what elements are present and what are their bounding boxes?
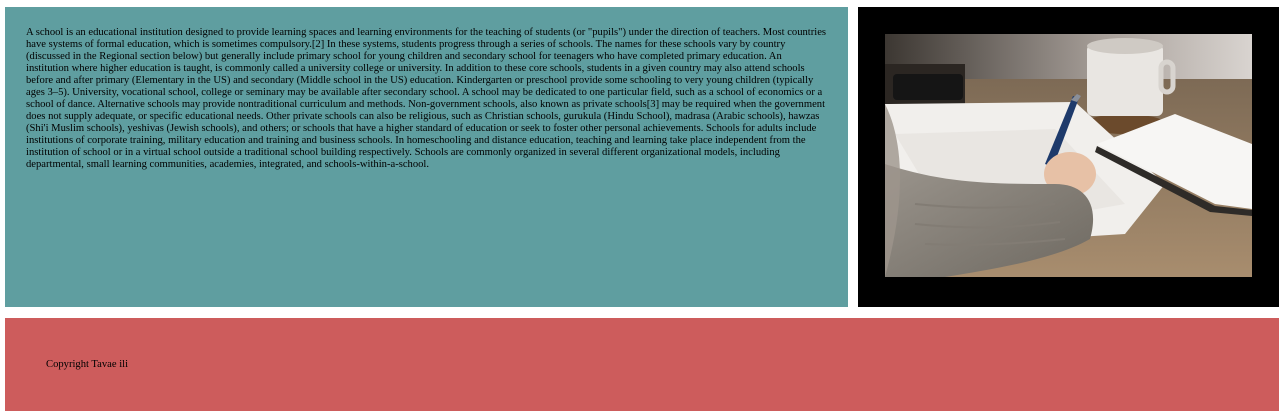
writing-photo bbox=[885, 34, 1252, 277]
image-panel bbox=[858, 7, 1279, 307]
article-paragraph: A school is an educational institution d… bbox=[26, 27, 827, 170]
article-panel: A school is an educational institution d… bbox=[5, 7, 848, 307]
copyright-text: Copyright Tavae ili bbox=[46, 359, 129, 370]
footer: Copyright Tavae ili bbox=[5, 318, 1279, 411]
content-row: A school is an educational institution d… bbox=[5, 7, 1279, 307]
